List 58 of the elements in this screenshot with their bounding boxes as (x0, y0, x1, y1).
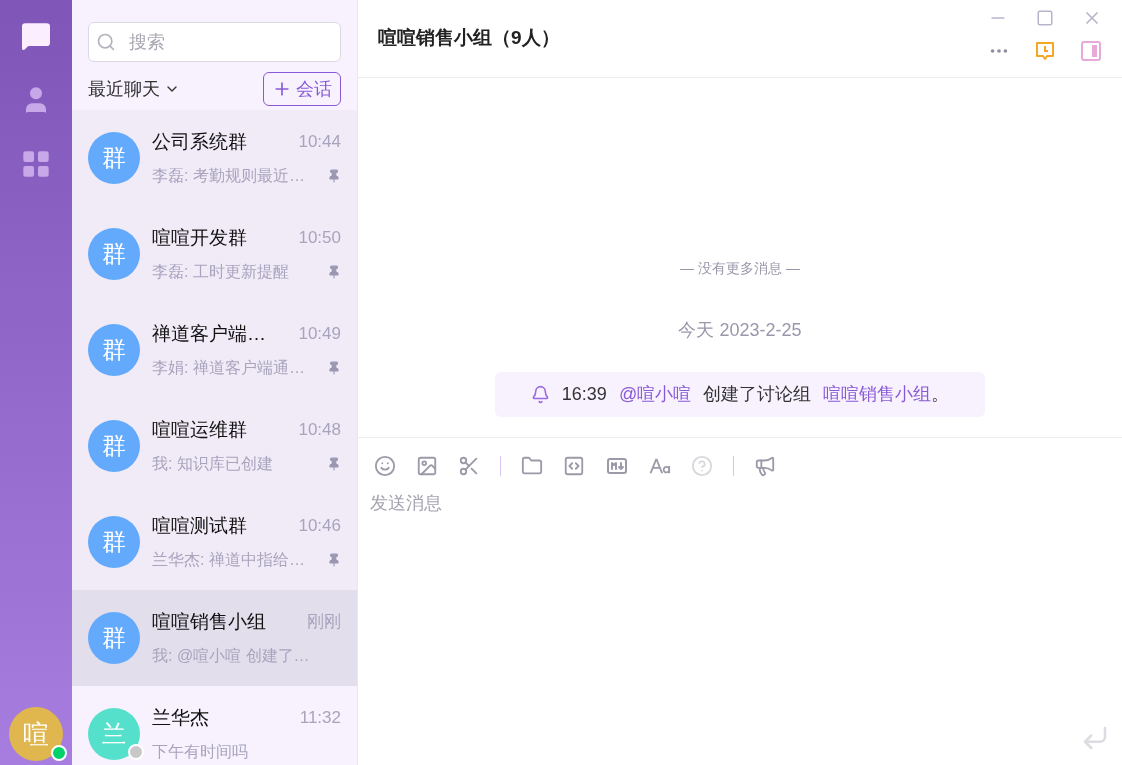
conversation-preview: 李磊: 工时更新提醒 (152, 262, 289, 283)
megaphone-icon[interactable] (754, 455, 776, 477)
conversation-name: 禅道客户端… (152, 321, 266, 346)
conversation-time: 10:44 (298, 131, 341, 154)
conversation-time: 10:50 (298, 227, 341, 250)
conversation-name: 喧喧测试群 (152, 513, 247, 538)
conversation-name: 兰华杰 (152, 705, 209, 730)
conversation-item[interactable]: 群 公司系统群 10:44 李磊: 考勤规则最近… (72, 110, 357, 206)
group-avatar: 群 (88, 228, 140, 280)
conversation-name: 喧喧开发群 (152, 225, 247, 250)
conversation-time: 11:32 (299, 707, 341, 730)
notice-time: 16:39 (561, 383, 607, 406)
chat-title: 喧喧销售小组（9人） (378, 26, 560, 51)
conversation-item[interactable]: 群 喧喧销售小组 刚刚 我: @喧小喧 创建了… (72, 590, 357, 686)
conversation-time: 10:49 (298, 323, 341, 346)
conversation-preview: 我: @喧小喧 创建了… (152, 646, 310, 667)
conversation-name: 喧喧销售小组 (152, 609, 266, 634)
image-icon[interactable] (416, 455, 438, 477)
recent-chats-dropdown[interactable]: 最近聊天 (88, 75, 180, 103)
conversation-item[interactable]: 群 喧喧开发群 10:50 李磊: 工时更新提醒 (72, 206, 357, 302)
conversation-time: 10:48 (298, 419, 341, 442)
emoji-icon[interactable] (374, 455, 396, 477)
bell-icon (530, 385, 550, 404)
conversation-time: 刚刚 (307, 611, 341, 634)
conversation-preview: 兰华杰: 禅道中指给… (152, 550, 305, 571)
notice-text: 。 (931, 383, 950, 406)
history-icon[interactable] (1034, 40, 1056, 62)
group-avatar: 群 (88, 516, 140, 568)
conversation-name: 公司系统群 (152, 129, 247, 154)
conversation-preview: 下午有时间吗 (152, 742, 248, 763)
group-avatar: 群 (88, 132, 140, 184)
conversation-item[interactable]: 群 喧喧运维群 10:48 我: 知识库已创建 (72, 398, 357, 494)
group-avatar: 群 (88, 420, 140, 472)
group-avatar: 群 (88, 324, 140, 376)
maximize-icon[interactable] (1036, 9, 1054, 27)
date-divider: 今天 2023-2-25 (678, 319, 802, 342)
search-field[interactable]: 搜索 (88, 22, 341, 62)
conversation-preview: 李磊: 考勤规则最近… (152, 166, 305, 187)
message-input[interactable]: 发送消息 (370, 490, 1110, 723)
conversation-time: 10:46 (298, 515, 341, 538)
folder-icon[interactable] (521, 455, 543, 477)
conversation-item[interactable]: 群 喧喧测试群 10:46 兰华杰: 禅道中指给… (72, 494, 357, 590)
group-avatar: 群 (88, 612, 140, 664)
conversation-preview: 李娟: 禅道客户端通… (152, 358, 305, 379)
notice-text: 创建了讨论组 (703, 383, 812, 406)
group-link[interactable]: 喧喧销售小组 (823, 381, 932, 408)
no-more-messages: — 没有更多消息 — (680, 259, 800, 278)
conversation-preview: 我: 知识库已创建 (152, 454, 273, 475)
user-mention[interactable]: @喧小喧 (618, 381, 692, 408)
help-icon[interactable] (691, 455, 713, 477)
conversation-name: 喧喧运维群 (152, 417, 247, 442)
scissors-icon[interactable] (458, 455, 480, 477)
conversation-item[interactable]: 群 禅道客户端… 10:49 李娟: 禅道客户端通… (72, 302, 357, 398)
sidebar-toggle-icon[interactable] (1080, 40, 1102, 62)
new-chat-button[interactable]: 会话 (263, 72, 341, 106)
group-avatar: 兰 (88, 708, 140, 760)
search-icon (96, 32, 116, 52)
code-icon[interactable] (563, 455, 585, 477)
